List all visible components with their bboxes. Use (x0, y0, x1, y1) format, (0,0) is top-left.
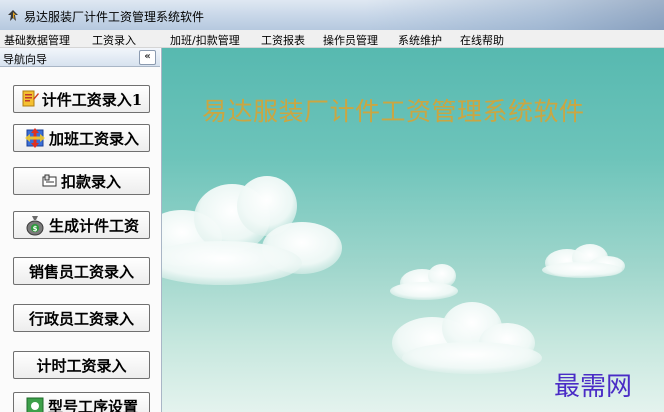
nav-button-label: 型号工序设置 (47, 397, 138, 412)
nav-button-label: 计时工资录入 (36, 356, 127, 375)
menu-bar: 基础数据管理 工资录入 加班/扣款管理 工资报表 操作员管理 系统维护 在线帮助 (0, 30, 664, 48)
title-bar-shade (364, 0, 664, 30)
nav-button-label: 行政员工资录入 (28, 309, 134, 328)
svg-text:$: $ (33, 225, 38, 233)
window-title: 易达服装厂计件工资管理系统软件 (24, 10, 205, 24)
app-logo-icon (8, 10, 18, 21)
menu-basic-data[interactable]: 基础数据管理 (4, 32, 70, 48)
sidebar-header: 导航向导 « (0, 48, 160, 67)
navigation-sidebar: 导航向导 « 计件工资录入1 加班工资录入 扣款录入 $ 生成计件工资 销售员工… (0, 48, 162, 412)
nav-button-deduction-entry[interactable]: 扣款录入 (13, 167, 150, 195)
main-heading: 易达服装厂计件工资管理系统软件 (202, 97, 585, 126)
nav-button-hourly-wage-entry[interactable]: 计时工资录入 (13, 351, 150, 379)
menu-maintenance[interactable]: 系统维护 (398, 32, 442, 48)
menu-overtime-deduction[interactable]: 加班/扣款管理 (170, 32, 240, 48)
menu-help[interactable]: 在线帮助 (460, 32, 504, 48)
nav-button-sales-wage-entry[interactable]: 销售员工资录入 (13, 257, 150, 285)
nav-button-label: 生成计件工资 (48, 216, 139, 235)
nav-button-label: 计件工资录入1 (41, 90, 143, 109)
menu-wage-entry[interactable]: 工资录入 (92, 32, 136, 48)
money-bag-icon: $ (26, 216, 44, 236)
nav-button-model-process-settings[interactable]: 型号工序设置 (13, 392, 150, 412)
watermark-text: 最需网 (554, 372, 633, 402)
collapse-button[interactable]: « (139, 50, 156, 65)
document-edit-icon (22, 90, 39, 107)
nav-button-admin-wage-entry[interactable]: 行政员工资录入 (13, 304, 150, 332)
nav-button-label: 扣款录入 (60, 172, 121, 191)
deduct-icon (42, 174, 57, 187)
menu-wage-report[interactable]: 工资报表 (261, 32, 305, 48)
settings-icon (26, 397, 44, 412)
nav-button-overtime-entry[interactable]: 加班工资录入 (13, 124, 150, 152)
nav-button-label: 加班工资录入 (48, 129, 139, 148)
cloud-bottom (392, 302, 542, 374)
title-bar: 易达服装厂计件工资管理系统软件 (0, 0, 664, 30)
nav-button-label: 销售员工资录入 (28, 262, 134, 281)
cloud-right (542, 244, 625, 278)
nav-button-generate-piecework[interactable]: $ 生成计件工资 (13, 211, 150, 239)
arrows-icon (24, 128, 45, 148)
menu-operator[interactable]: 操作员管理 (323, 32, 378, 48)
cloud-left (162, 176, 342, 285)
main-content-area: 易达服装厂计件工资管理系统软件 最需网 (162, 48, 664, 412)
cloud-center (390, 264, 458, 300)
sidebar-title: 导航向导 (3, 53, 47, 66)
nav-button-piecework-entry[interactable]: 计件工资录入1 (13, 85, 150, 113)
